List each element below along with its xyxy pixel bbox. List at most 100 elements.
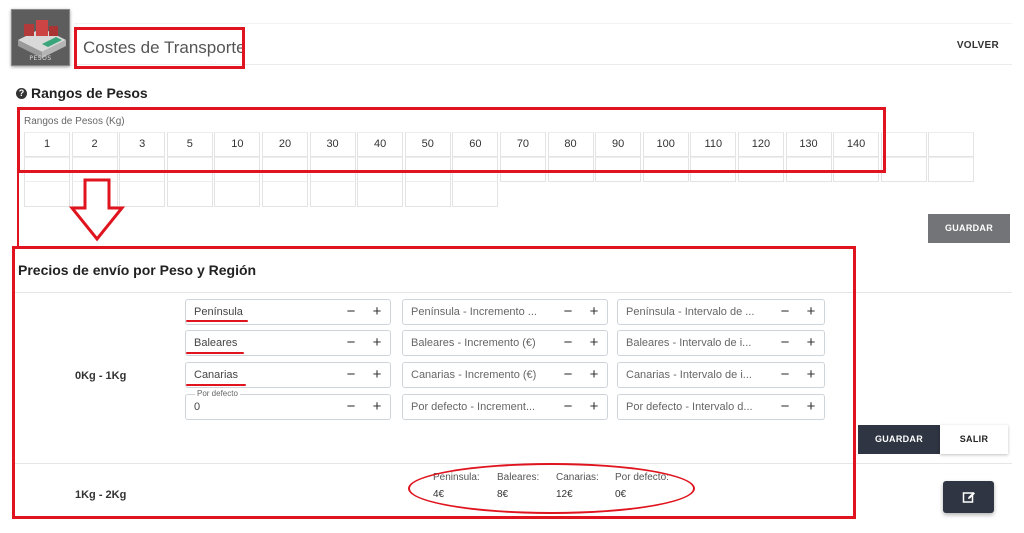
- rango-input[interactable]: 80: [547, 132, 594, 157]
- peninsula-interval-stepper: Península - Intervalo de ... − +: [617, 299, 825, 325]
- rango-input-empty[interactable]: [309, 157, 356, 182]
- exit-button[interactable]: SALIR: [940, 425, 1008, 454]
- rango-input-empty[interactable]: [833, 157, 880, 182]
- baleares-interval-input[interactable]: Baleares - Intervalo de i...: [618, 331, 772, 355]
- rango-input-empty[interactable]: [24, 181, 70, 207]
- rango-input-empty[interactable]: [309, 181, 356, 207]
- back-button[interactable]: VOLVER: [957, 40, 999, 51]
- rango-input-empty[interactable]: [166, 181, 213, 207]
- rango-input[interactable]: 1: [24, 132, 70, 157]
- help-icon[interactable]: ?: [16, 87, 27, 99]
- plus-icon[interactable]: +: [798, 300, 824, 324]
- baleares-increment-input[interactable]: Baleares - Incremento (€): [403, 331, 555, 355]
- plus-icon[interactable]: +: [581, 363, 607, 387]
- row-divider: [12, 463, 1012, 464]
- plus-icon[interactable]: +: [581, 331, 607, 355]
- minus-icon[interactable]: −: [555, 363, 581, 387]
- rango-input[interactable]: 60: [452, 132, 499, 157]
- plus-icon[interactable]: +: [364, 363, 390, 387]
- rango-input-empty[interactable]: [595, 157, 642, 182]
- canarias-increment-input[interactable]: Canarias - Incremento (€): [403, 363, 555, 387]
- rango-input-empty[interactable]: [404, 181, 451, 207]
- plus-icon[interactable]: +: [364, 331, 390, 355]
- rango-input-empty[interactable]: [499, 157, 546, 182]
- plus-icon[interactable]: +: [798, 395, 824, 419]
- minus-icon[interactable]: −: [338, 331, 364, 355]
- rango-input-empty[interactable]: [880, 157, 927, 182]
- peninsula-interval-input[interactable]: Península - Intervalo de ...: [618, 300, 772, 324]
- rangos-field-label: Rangos de Pesos (Kg): [24, 116, 125, 127]
- rango-input[interactable]: 40: [357, 132, 404, 157]
- rango-input[interactable]: 110: [690, 132, 737, 157]
- minus-icon[interactable]: −: [772, 331, 798, 355]
- save-prices-button[interactable]: GUARDAR: [858, 425, 940, 454]
- rango-input-empty[interactable]: [452, 157, 499, 182]
- rango-input-empty[interactable]: [452, 181, 499, 207]
- minus-icon[interactable]: −: [338, 363, 364, 387]
- rangos-inputs-row-1: 1 2 3 5 10 20 30 40 50 60 70 80 90 100 1…: [24, 132, 980, 182]
- rango-input-empty[interactable]: [690, 157, 737, 182]
- rango-input-empty[interactable]: [214, 157, 261, 182]
- plus-icon[interactable]: +: [364, 395, 390, 419]
- rango-input-empty[interactable]: [928, 157, 975, 182]
- rango-input-empty[interactable]: [785, 157, 832, 182]
- peninsula-increment-input[interactable]: Península - Incremento ...: [403, 300, 555, 324]
- minus-icon[interactable]: −: [555, 331, 581, 355]
- default-interval-input[interactable]: Por defecto - Intervalo d...: [618, 395, 772, 419]
- rango-input[interactable]: 70: [499, 132, 546, 157]
- default-increment-input[interactable]: Por defecto - Increment...: [403, 395, 555, 419]
- minus-icon[interactable]: −: [338, 300, 364, 324]
- rango-input[interactable]: 30: [309, 132, 356, 157]
- plus-icon[interactable]: +: [798, 331, 824, 355]
- rango-input-empty[interactable]: [642, 157, 689, 182]
- rango-input[interactable]: [928, 132, 975, 157]
- plus-icon[interactable]: +: [581, 395, 607, 419]
- rango-input-empty[interactable]: [119, 157, 166, 182]
- plus-icon[interactable]: +: [364, 300, 390, 324]
- annotation-underline-peninsula: [186, 320, 248, 322]
- rango-input-empty[interactable]: [547, 157, 594, 182]
- rango-input[interactable]: 5: [166, 132, 213, 157]
- rango-input[interactable]: 120: [737, 132, 784, 157]
- canarias-interval-input[interactable]: Canarias - Intervalo de i...: [618, 363, 772, 387]
- default-increment-stepper: Por defecto - Increment... − +: [402, 394, 608, 420]
- baleares-interval-stepper: Baleares - Intervalo de i... − +: [617, 330, 825, 356]
- rango-input-empty[interactable]: [357, 157, 404, 182]
- minus-icon[interactable]: −: [555, 395, 581, 419]
- rango-input-empty[interactable]: [261, 157, 308, 182]
- rango-input[interactable]: 20: [261, 132, 308, 157]
- minus-icon[interactable]: −: [338, 395, 364, 419]
- rango-input[interactable]: 2: [71, 132, 118, 157]
- rango-input[interactable]: 10: [214, 132, 261, 157]
- canarias-increment-stepper: Canarias - Incremento (€) − +: [402, 362, 608, 388]
- rango-input[interactable]: 3: [119, 132, 166, 157]
- rango-input[interactable]: 90: [595, 132, 642, 157]
- precios-section-heading: Precios de envío por Peso y Región: [18, 262, 257, 278]
- annotation-connector-line: [17, 173, 19, 246]
- rango-input-empty[interactable]: [24, 157, 70, 182]
- rango-input-empty[interactable]: [214, 181, 261, 207]
- rango-input-empty[interactable]: [404, 157, 451, 182]
- price-summary-label: Peninsula:: [433, 472, 480, 483]
- rango-input[interactable]: 100: [642, 132, 689, 157]
- minus-icon[interactable]: −: [772, 363, 798, 387]
- edit-button[interactable]: [943, 481, 994, 513]
- default-interval-stepper: Por defecto - Intervalo d... − +: [617, 394, 825, 420]
- plus-icon[interactable]: +: [798, 363, 824, 387]
- rango-input-empty[interactable]: [357, 181, 404, 207]
- save-rangos-button[interactable]: GUARDAR: [928, 214, 1010, 243]
- rango-input-empty[interactable]: [737, 157, 784, 182]
- rango-input-empty[interactable]: [119, 181, 166, 207]
- rango-input[interactable]: 140: [833, 132, 880, 157]
- rango-input-empty[interactable]: [261, 181, 308, 207]
- plus-icon[interactable]: +: [581, 300, 607, 324]
- minus-icon[interactable]: −: [772, 300, 798, 324]
- rango-input[interactable]: [880, 132, 927, 157]
- annotation-down-arrow-icon: [69, 178, 125, 242]
- rango-input[interactable]: 130: [785, 132, 832, 157]
- rango-input-empty[interactable]: [166, 157, 213, 182]
- minus-icon[interactable]: −: [772, 395, 798, 419]
- price-summary-value: 8€: [497, 489, 509, 500]
- rango-input[interactable]: 50: [404, 132, 451, 157]
- minus-icon[interactable]: −: [555, 300, 581, 324]
